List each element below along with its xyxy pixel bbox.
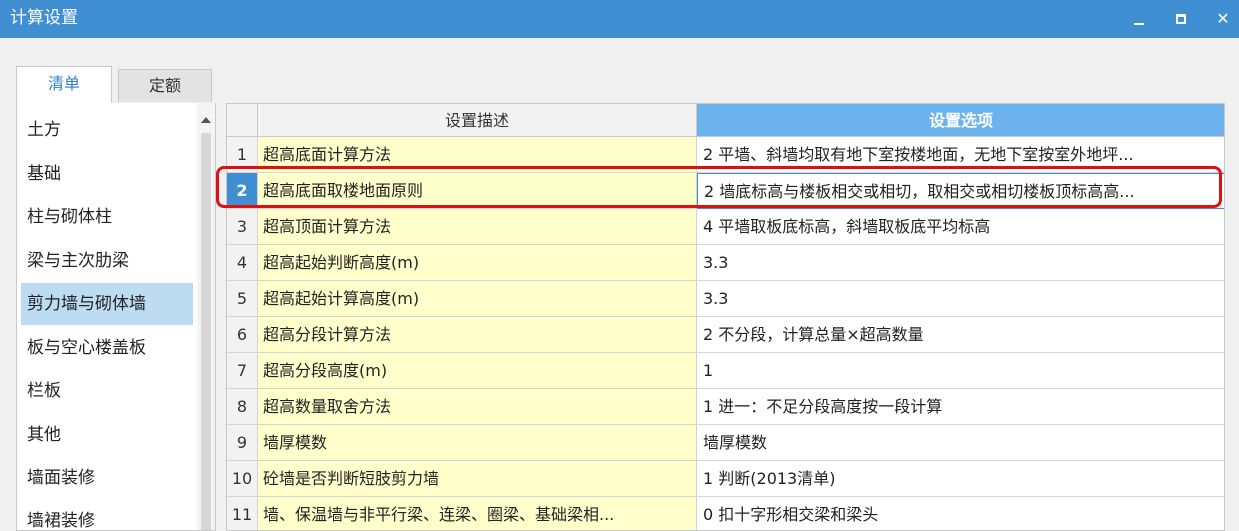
minimize-button[interactable] xyxy=(1124,4,1154,34)
row-number: 2 xyxy=(227,173,258,209)
setting-description: 砼墙是否判断短肢剪力墙 xyxy=(258,461,697,497)
setting-option[interactable]: 1 进一：不足分段高度按一段计算 xyxy=(697,389,1224,425)
table-row[interactable]: 11 墙、保温墙与非平行梁、连梁、圈梁、基础梁相... 0 扣十字形相交梁和梁头 xyxy=(227,497,1224,530)
header-row-number xyxy=(227,104,258,137)
setting-option[interactable]: 2 墙底标高与楼板相交或相切，取相交或相切楼板顶标高高... xyxy=(697,173,1224,209)
setting-description: 超高底面取楼地面原则 xyxy=(258,173,697,209)
setting-option[interactable]: 4 平墙取板底标高，斜墙取板底平均标高 xyxy=(697,209,1224,245)
sidebar-item-jichu[interactable]: 基础 xyxy=(21,153,193,195)
table-row[interactable]: 1 超高底面计算方法 2 平墙、斜墙均取有地下室按楼地面，无地下室按室外地坪... xyxy=(227,137,1224,173)
setting-option[interactable]: 2 不分段，计算总量×超高数量 xyxy=(697,317,1224,353)
sidebar-item-qiang[interactable]: 剪力墙与砌体墙 xyxy=(21,283,193,325)
setting-description: 超高分段高度(m) xyxy=(258,353,697,389)
setting-description: 超高数量取舍方法 xyxy=(258,389,697,425)
row-number: 6 xyxy=(227,317,258,353)
table-row[interactable]: 5 超高起始计算高度(m) 3.3 xyxy=(227,281,1224,317)
window-title: 计算设置 xyxy=(10,8,78,28)
setting-option[interactable]: 3.3 xyxy=(697,281,1224,317)
category-sidebar: 土方 基础 柱与砌体柱 梁与主次肋梁 剪力墙与砌体墙 板与空心楼盖板 栏板 其他… xyxy=(16,103,216,531)
setting-option[interactable]: 1 判断(2013清单) xyxy=(697,461,1224,497)
setting-description: 墙厚模数 xyxy=(258,425,697,461)
row-number: 8 xyxy=(227,389,258,425)
sidebar-item-lanban[interactable]: 栏板 xyxy=(21,370,193,412)
sidebar-item-zhu[interactable]: 柱与砌体柱 xyxy=(21,196,193,238)
row-number: 3 xyxy=(227,209,258,245)
sidebar-item-qita[interactable]: 其他 xyxy=(21,414,193,456)
sidebar-item-tufang[interactable]: 土方 xyxy=(21,109,193,151)
setting-option[interactable]: 3.3 xyxy=(697,245,1224,281)
setting-description: 超高顶面计算方法 xyxy=(258,209,697,245)
close-icon: ✕ xyxy=(1216,9,1230,28)
row-number: 1 xyxy=(227,137,258,173)
setting-option[interactable]: 0 扣十字形相交梁和梁头 xyxy=(697,497,1224,530)
setting-option[interactable]: 2 平墙、斜墙均取有地下室按楼地面，无地下室按室外地坪... xyxy=(697,137,1224,173)
setting-option[interactable]: 1 xyxy=(697,353,1224,389)
header-desc[interactable]: 设置描述 xyxy=(258,104,697,137)
sidebar-scrollbar[interactable] xyxy=(197,103,215,530)
scroll-up-icon[interactable] xyxy=(201,117,211,123)
maximize-icon xyxy=(1176,14,1186,24)
table-row[interactable]: 10 砼墙是否判断短肢剪力墙 1 判断(2013清单) xyxy=(227,461,1224,497)
sidebar-item-qiangmian[interactable]: 墙面装修 xyxy=(21,457,193,499)
setting-description: 超高起始计算高度(m) xyxy=(258,281,697,317)
header-option[interactable]: 设置选项 xyxy=(697,104,1224,137)
table-row[interactable]: 6 超高分段计算方法 2 不分段，计算总量×超高数量 xyxy=(227,317,1224,353)
table-row[interactable]: 4 超高起始判断高度(m) 3.3 xyxy=(227,245,1224,281)
row-number: 4 xyxy=(227,245,258,281)
setting-option[interactable]: 墙厚模数 xyxy=(697,425,1224,461)
row-number: 11 xyxy=(227,497,258,530)
sidebar-item-ban[interactable]: 板与空心楼盖板 xyxy=(21,327,193,369)
title-bar: 计算设置 ✕ xyxy=(0,0,1239,38)
setting-description: 墙、保温墙与非平行梁、连梁、圈梁、基础梁相... xyxy=(258,497,697,530)
close-button[interactable]: ✕ xyxy=(1208,4,1238,34)
setting-description: 超高底面计算方法 xyxy=(258,137,697,173)
table-row[interactable]: 2 超高底面取楼地面原则 2 墙底标高与楼板相交或相切，取相交或相切楼板顶标高高..… xyxy=(227,173,1224,209)
table-row[interactable]: 8 超高数量取舍方法 1 进一：不足分段高度按一段计算 xyxy=(227,389,1224,425)
row-number: 7 xyxy=(227,353,258,389)
minimize-icon xyxy=(1134,23,1144,25)
sidebar-item-qiangqun[interactable]: 墙裙装修 xyxy=(21,500,193,530)
tab-dinge[interactable]: 定额 xyxy=(118,69,212,102)
maximize-button[interactable] xyxy=(1166,4,1196,34)
setting-description: 超高分段计算方法 xyxy=(258,317,697,353)
row-number: 9 xyxy=(227,425,258,461)
row-number: 10 xyxy=(227,461,258,497)
tab-qingdan[interactable]: 清单 xyxy=(16,66,112,104)
sidebar-item-liang[interactable]: 梁与主次肋梁 xyxy=(21,240,193,282)
scroll-thumb[interactable] xyxy=(201,133,211,530)
row-number: 5 xyxy=(227,281,258,317)
setting-description: 超高起始判断高度(m) xyxy=(258,245,697,281)
settings-grid: 设置描述 设置选项 1 超高底面计算方法 2 平墙、斜墙均取有地下室按楼地面，无地下… xyxy=(226,103,1225,531)
table-row[interactable]: 9 墙厚模数 墙厚模数 xyxy=(227,425,1224,461)
table-row[interactable]: 7 超高分段高度(m) 1 xyxy=(227,353,1224,389)
table-row[interactable]: 3 超高顶面计算方法 4 平墙取板底标高，斜墙取板底平均标高 xyxy=(227,209,1224,245)
